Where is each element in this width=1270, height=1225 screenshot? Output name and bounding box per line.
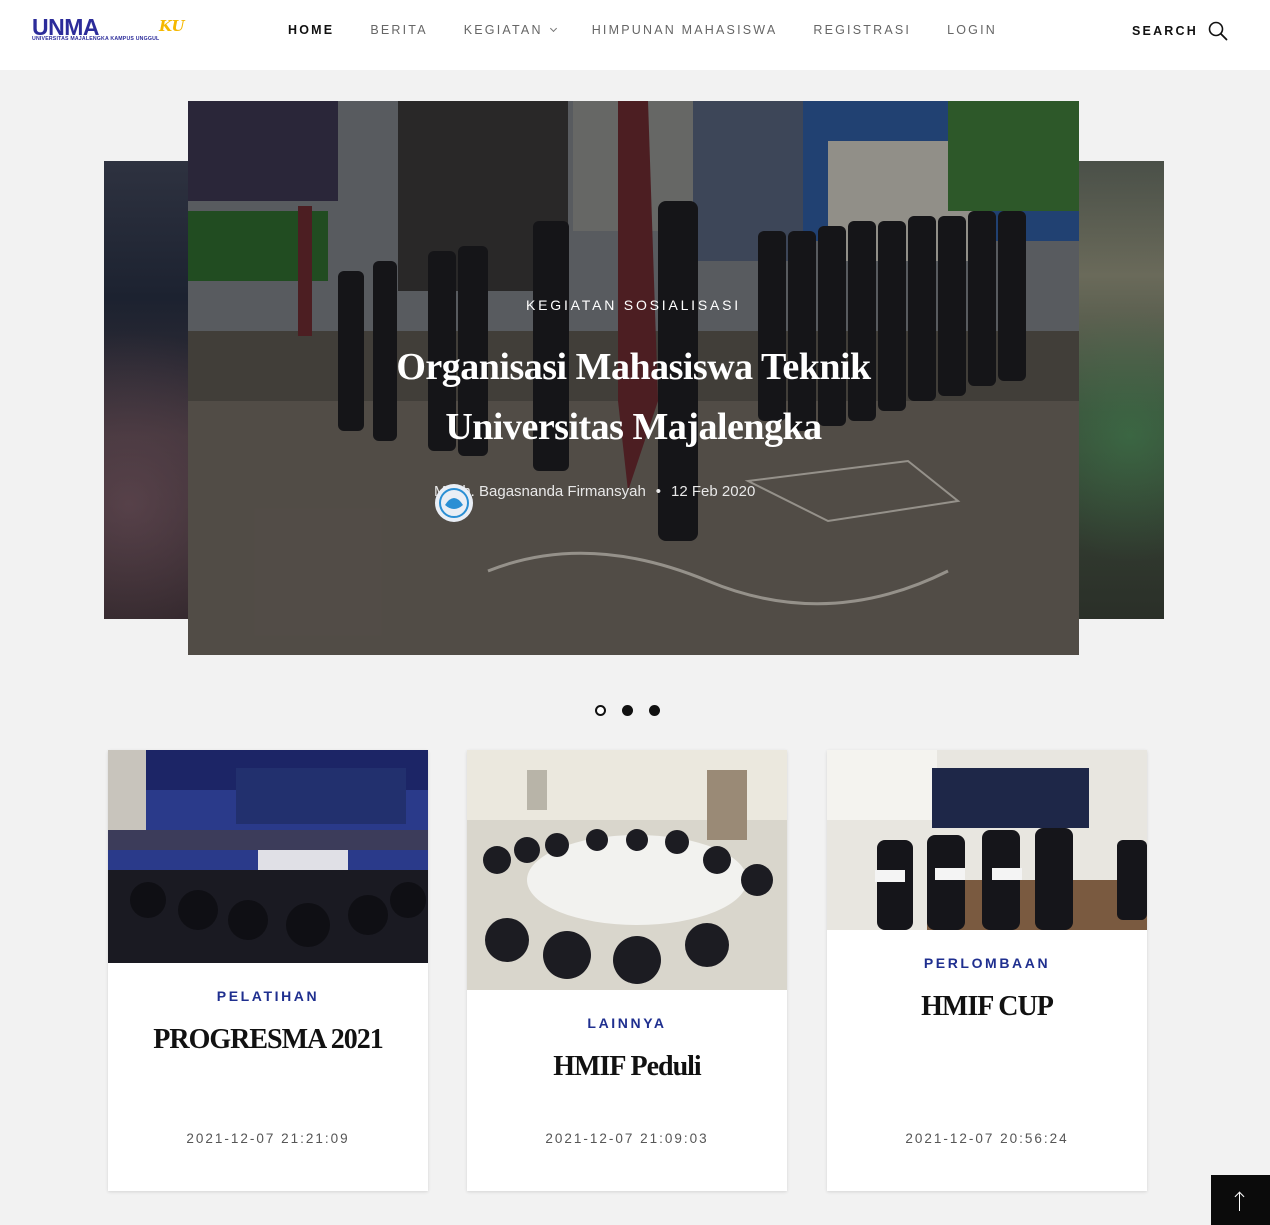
post-card-image[interactable] xyxy=(827,750,1147,930)
nav-label: KEGIATAN xyxy=(463,23,543,37)
search-label: SEARCH xyxy=(1132,24,1198,38)
meta-separator: • xyxy=(655,483,662,500)
slider-dot[interactable] xyxy=(649,705,660,716)
post-date: 2021-12-07 21:09:03 xyxy=(545,1131,709,1146)
nav-label: BERITA xyxy=(370,23,428,37)
post-card[interactable]: PELATIHAN PROGRESMA 2021 2021-12-07 21:2… xyxy=(108,750,428,1191)
post-category[interactable]: LAINNYA xyxy=(467,1015,787,1031)
nav-item-login[interactable]: LOGIN xyxy=(947,23,997,37)
post-card[interactable]: LAINNYA HMIF Peduli 2021-12-07 21:09:03 xyxy=(467,750,787,1191)
nav-item-berita[interactable]: BERITA xyxy=(370,23,427,37)
slide-category[interactable]: KEGIATAN SOSIALISASI xyxy=(188,297,1079,313)
nav-item-registrasi[interactable]: REGISTRASI xyxy=(813,23,911,37)
post-card-image[interactable] xyxy=(108,750,428,963)
post-title[interactable]: PROGRESMA 2021 xyxy=(118,1024,418,1056)
logo-suffix: KU xyxy=(159,17,185,35)
search-icon xyxy=(1208,21,1228,41)
site-logo[interactable]: UNMA KU UNIVERSITAS MAJALENGKA KAMPUS UN… xyxy=(32,15,194,43)
slider-pagination xyxy=(595,705,676,716)
nav-label: LOGIN xyxy=(947,23,997,37)
post-card-image[interactable] xyxy=(467,750,787,990)
slide-date: 12 Feb 2020 xyxy=(671,483,756,500)
slide-title[interactable]: Organisasi Mahasiswa Teknik Universitas … xyxy=(328,337,939,457)
post-date: 2021-12-07 21:21:09 xyxy=(186,1131,350,1146)
post-title[interactable]: HMIF CUP xyxy=(837,991,1137,1023)
nav-label: HOME xyxy=(288,23,335,37)
post-date: 2021-12-07 20:56:24 xyxy=(905,1131,1069,1146)
nav-item-himpunan-mahasiswa[interactable]: HIMPUNAN MAHASISWA xyxy=(592,23,778,37)
nav-item-home[interactable]: HOME xyxy=(288,23,334,37)
site-header: UNMA KU UNIVERSITAS MAJALENGKA KAMPUS UN… xyxy=(0,0,1270,70)
arrow-up-icon xyxy=(1239,1193,1240,1211)
post-category[interactable]: PERLOMBAAN xyxy=(827,955,1147,971)
nav-item-kegiatan[interactable]: KEGIATAN xyxy=(463,23,557,37)
post-card[interactable]: PERLOMBAAN HMIF CUP 2021-12-07 20:56:24 xyxy=(827,750,1147,1191)
logo-subtitle: UNIVERSITAS MAJALENGKA KAMPUS UNGGUL xyxy=(32,36,160,42)
post-title[interactable]: HMIF Peduli xyxy=(477,1051,777,1083)
slider-dot[interactable] xyxy=(622,705,633,716)
main-nav: HOME BERITA KEGIATAN HIMPUNAN MAHASISWA … xyxy=(288,23,1033,37)
nav-label: HIMPUNAN MAHASISWA xyxy=(591,23,778,37)
search-button[interactable]: SEARCH xyxy=(1132,21,1228,41)
author-avatar xyxy=(435,484,473,522)
previous-slide[interactable] xyxy=(104,161,188,619)
next-slide[interactable] xyxy=(1079,161,1164,619)
scroll-to-top-button[interactable] xyxy=(1211,1175,1270,1225)
post-category[interactable]: PELATIHAN xyxy=(108,988,428,1004)
slider-dot[interactable] xyxy=(595,705,606,716)
nav-label: REGISTRASI xyxy=(813,23,912,37)
chevron-down-icon xyxy=(549,24,557,33)
slide-meta: Moch. Bagasnanda Firmansyah • 12 Feb 202… xyxy=(434,483,756,522)
featured-slide[interactable]: KEGIATAN SOSIALISASI Organisasi Mahasisw… xyxy=(188,101,1079,655)
